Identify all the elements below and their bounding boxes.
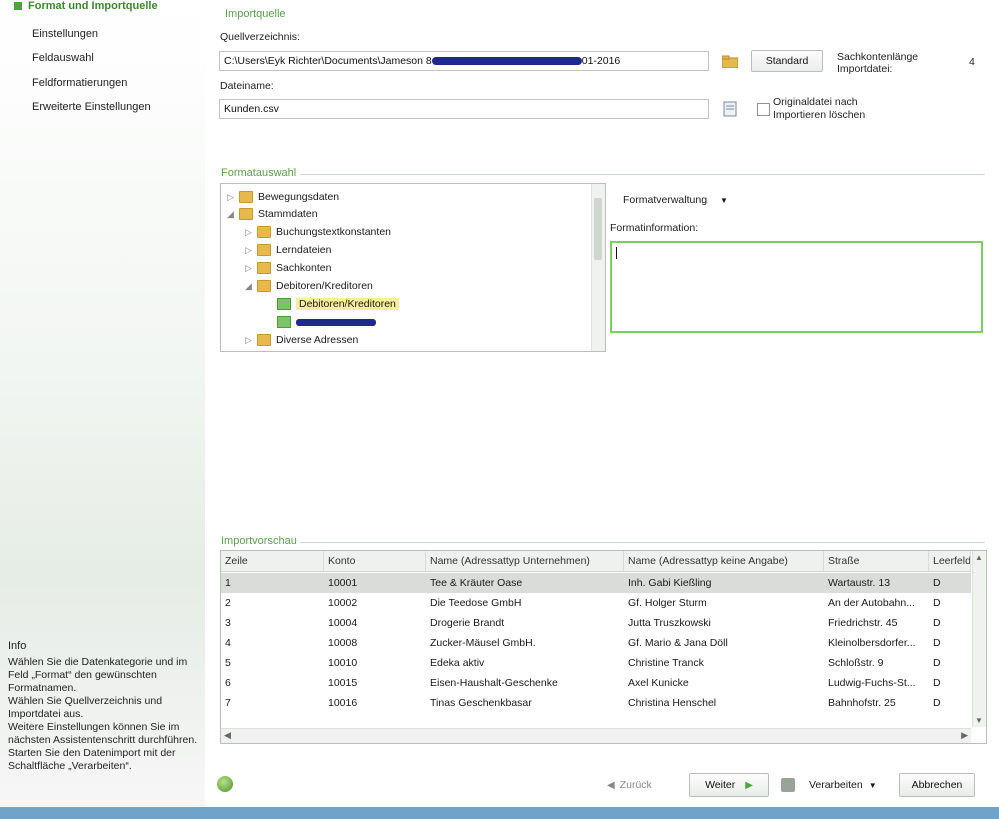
text-caret <box>616 247 617 259</box>
table-row[interactable]: 3 10004 Drogerie Brandt Jutta Truszkowsk… <box>221 613 971 633</box>
active-step-icon <box>14 2 22 11</box>
formatinformation-textarea[interactable] <box>610 241 983 333</box>
tree-item-lerndateien[interactable]: ▷ Lerndateien <box>245 242 331 259</box>
grid-scrollbar-vertical[interactable]: ▲ ▼ <box>972 551 986 727</box>
scroll-right-icon[interactable]: ▶ <box>961 730 968 741</box>
folder-icon <box>257 244 271 257</box>
collapse-icon[interactable]: ◢ <box>227 206 239 223</box>
tree-item-diverse-adressen[interactable]: ▷ Diverse Adressen <box>245 332 358 349</box>
file-browse-icon[interactable] <box>719 98 741 120</box>
sidebar-item-feldformatierungen[interactable]: Feldformatierungen <box>32 77 127 89</box>
wizard-sidebar: Format und Importquelle Einstellungen Fe… <box>0 0 206 819</box>
column-header-strasse[interactable]: Straße <box>824 551 929 571</box>
table-row[interactable]: 2 10002 Die Teedose GmbH Gf. Holger Stur… <box>221 593 971 613</box>
sachkonto-label: Sachkontenlänge Importdatei: <box>837 51 919 75</box>
filename-input[interactable]: Kunden.csv <box>219 99 709 119</box>
sidebar-item-format-importquelle[interactable]: Format und Importquelle <box>14 0 158 12</box>
source-path-input[interactable]: C:\Users\Eyk Richter\Documents\Jameson 8… <box>219 51 709 71</box>
info-panel: Info Wählen Sie die Datenkategorie und i… <box>8 640 200 773</box>
sidebar-item-erweiterte-einstellungen[interactable]: Erweiterte Einstellungen <box>32 101 151 113</box>
info-line: Starten Sie den Datenimport mit der Scha… <box>8 747 176 772</box>
column-header-konto[interactable]: Konto <box>324 551 426 571</box>
source-label: Quellverzeichnis: <box>220 31 300 43</box>
info-line: Weitere Einstellungen können Sie im näch… <box>8 721 198 746</box>
importvorschau-divider <box>300 542 985 543</box>
formatinformation-label: Formatinformation: <box>610 222 699 234</box>
grid-header: Zeile Konto Name (Adressattyp Unternehme… <box>221 551 971 572</box>
folder-icon <box>239 208 253 221</box>
table-row[interactable]: 4 10008 Zucker-Mäusel GmbH. Gf. Mario & … <box>221 633 971 653</box>
tree-item-bewegungsdaten[interactable]: ▷ Bewegungsdaten <box>227 189 339 206</box>
tree-item-debitoren-kreditoren-format[interactable]: Debitoren/Kreditoren <box>277 296 399 313</box>
expand-icon[interactable]: ▷ <box>245 260 257 277</box>
tree-scroll-thumb[interactable] <box>594 198 602 260</box>
delete-original-label: Originaldatei nach Importieren löschen <box>773 96 866 121</box>
column-header-zeile[interactable]: Zeile <box>221 551 324 571</box>
back-button[interactable]: ◀ Zurück <box>607 773 652 797</box>
help-globe-icon[interactable] <box>217 776 233 792</box>
scroll-down-icon[interactable]: ▼ <box>975 716 983 725</box>
importvorschau-title: Importvorschau <box>221 535 297 547</box>
scroll-left-icon[interactable]: ◀ <box>224 730 231 741</box>
info-line: Wählen Sie die Datenkategorie und im Fel… <box>8 656 188 694</box>
folder-icon <box>257 280 271 293</box>
redaction-mark <box>431 57 582 66</box>
format-file-icon <box>277 316 291 329</box>
column-header-name-unternehmen[interactable]: Name (Adressattyp Unternehmen) <box>426 551 624 571</box>
sachkonto-value[interactable]: 4 <box>969 56 975 68</box>
standard-button[interactable]: Standard <box>751 50 823 72</box>
tree-item-stammdaten[interactable]: ◢ Stammdaten <box>227 206 318 223</box>
process-button[interactable]: Verarbeiten ▼ <box>809 773 877 797</box>
folder-icon <box>257 262 271 275</box>
wizard-main: Importquelle Quellverzeichnis: C:\Users\… <box>205 0 999 819</box>
tree-item-sachkonten[interactable]: ▷ Sachkonten <box>245 260 331 277</box>
redaction-mark <box>296 318 376 326</box>
back-arrow-icon: ◀ <box>607 779 615 791</box>
scroll-up-icon[interactable]: ▲ <box>975 553 983 562</box>
filename-label: Dateiname: <box>220 80 274 92</box>
cancel-button[interactable]: Abbrechen <box>899 773 975 797</box>
tree-scrollbar[interactable] <box>591 184 605 351</box>
folder-icon <box>257 334 271 347</box>
formatverwaltung-dropdown[interactable]: Formatverwaltung ▼ <box>623 194 728 206</box>
folder-icon <box>239 191 253 204</box>
table-row[interactable]: 5 10010 Edeka aktiv Christine Tranck Sch… <box>221 653 971 673</box>
import-preview-grid[interactable]: Zeile Konto Name (Adressattyp Unternehme… <box>220 550 987 744</box>
sidebar-item-einstellungen[interactable]: Einstellungen <box>32 28 98 40</box>
info-title: Info <box>8 640 27 652</box>
taskbar-strip <box>0 807 999 819</box>
expand-icon[interactable]: ▷ <box>245 242 257 259</box>
tree-item-redacted-format[interactable] <box>277 314 376 331</box>
expand-icon[interactable]: ▷ <box>227 189 239 206</box>
column-header-leerfeld[interactable]: Leerfeld <box>929 551 971 571</box>
formatauswahl-divider <box>300 174 985 175</box>
table-row[interactable]: 6 10015 Eisen-Haushalt-Geschenke Axel Ku… <box>221 673 971 693</box>
delete-original-checkbox[interactable] <box>757 103 770 116</box>
formatauswahl-title: Formatauswahl <box>221 167 297 179</box>
process-icon <box>781 778 795 792</box>
expand-icon[interactable]: ▷ <box>245 332 257 349</box>
importquelle-title: Importquelle <box>225 8 286 20</box>
sidebar-item-feldauswahl[interactable]: Feldauswahl <box>32 52 94 64</box>
tree-item-debitoren-kreditoren-folder[interactable]: ◢ Debitoren/Kreditoren <box>245 278 373 295</box>
next-arrow-icon: ▶ <box>745 779 753 791</box>
dropdown-arrow-icon: ▼ <box>719 196 728 205</box>
dropdown-arrow-icon: ▼ <box>868 780 877 790</box>
table-row[interactable]: 1 10001 Tee & Kräuter Oase Inh. Gabi Kie… <box>221 573 971 593</box>
format-tree[interactable]: ▷ Bewegungsdaten ◢ Stammdaten ▷ Buchungstex… <box>220 183 606 352</box>
tree-item-buchungstextkonstanten[interactable]: ▷ Buchungstextkonstanten <box>245 224 391 241</box>
table-row[interactable]: 7 10016 Tinas Geschenkbasar Christina He… <box>221 693 971 713</box>
next-button[interactable]: Weiter ▶ <box>689 773 769 797</box>
collapse-icon[interactable]: ◢ <box>245 278 257 295</box>
grid-scrollbar-horizontal[interactable]: ◀ ▶ <box>221 728 971 743</box>
info-line: Wählen Sie Quellverzeichnis und Importda… <box>8 695 163 720</box>
folder-icon <box>257 226 271 239</box>
expand-icon[interactable]: ▷ <box>245 224 257 241</box>
column-header-name-keine-angabe[interactable]: Name (Adressattyp keine Angabe) <box>624 551 824 571</box>
format-file-icon <box>277 298 291 311</box>
folder-browse-icon[interactable] <box>719 50 741 72</box>
